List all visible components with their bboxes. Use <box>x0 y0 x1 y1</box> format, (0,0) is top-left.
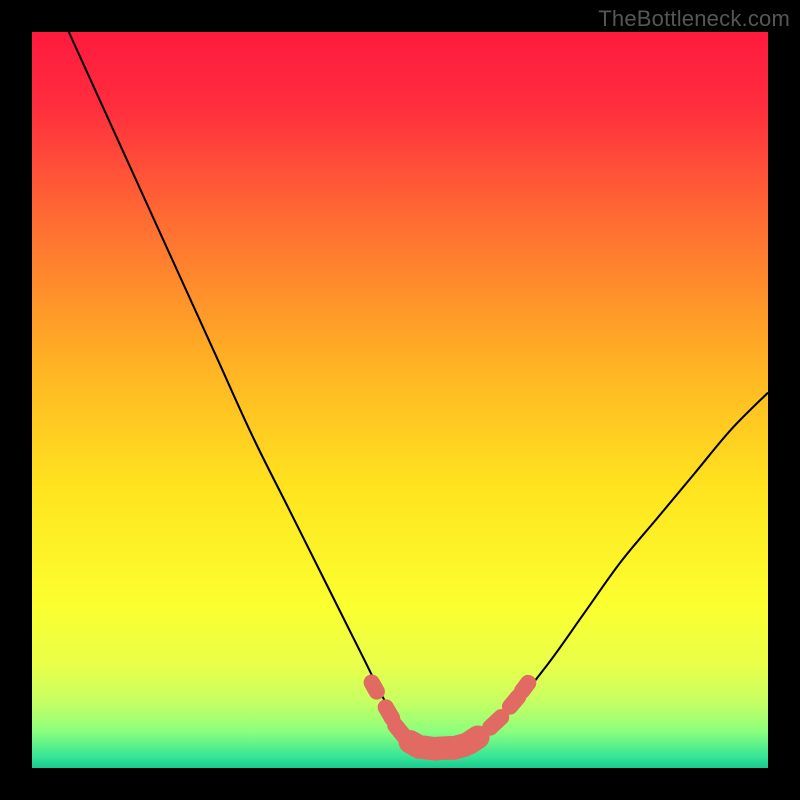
bottleneck-chart <box>32 32 768 768</box>
chart-frame: TheBottleneck.com <box>0 0 800 800</box>
gradient-background <box>32 32 768 768</box>
chart-plot-area <box>32 32 768 768</box>
watermark-text: TheBottleneck.com <box>598 6 790 32</box>
